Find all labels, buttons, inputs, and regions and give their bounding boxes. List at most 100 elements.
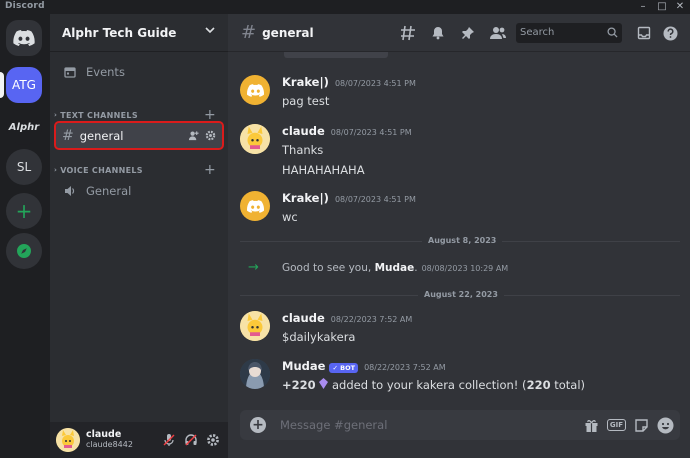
author-name[interactable]: Mudae — [282, 359, 325, 373]
timestamp: 08/22/2023 7:52 AM — [330, 315, 413, 324]
minimize-button[interactable]: – — [635, 0, 651, 14]
active-server-pill — [0, 72, 4, 98]
timestamp: 08/08/2023 10:29 AM — [421, 264, 509, 273]
server-alphr[interactable]: Alphr — [6, 109, 42, 145]
system-text: Good to see you, — [282, 262, 375, 274]
maximize-button[interactable]: □ — [654, 0, 670, 14]
chat-area: # general Search Krake|) 08/07/2023 4:51 … — [228, 14, 690, 458]
message-text: +220 added to your kakera collection! (2… — [282, 378, 672, 392]
search-placeholder: Search — [520, 27, 555, 38]
inbox-icon[interactable] — [634, 23, 654, 43]
search-icon — [607, 27, 618, 38]
deafen-headphones-icon[interactable] — [184, 433, 198, 447]
timestamp: 08/22/2023 7:52 AM — [364, 363, 446, 372]
text-channels-label: TEXT CHANNELS — [60, 110, 138, 120]
system-suffix: . — [414, 262, 418, 274]
voice-channel-general[interactable]: General — [58, 180, 220, 202]
help-icon[interactable] — [660, 23, 680, 43]
message-text: HAHAHAHAHA — [282, 163, 365, 177]
kakera-amount: +220 — [282, 378, 316, 392]
author-name[interactable]: Krake|) — [282, 191, 329, 205]
channel-hash-icon: # — [241, 22, 257, 43]
date-divider: August 8, 2023 — [240, 236, 680, 245]
message-input[interactable] — [280, 418, 550, 432]
channel-general-label: general — [79, 128, 124, 143]
user-tag: claude8442 — [86, 439, 133, 449]
timestamp: 08/07/2023 4:51 PM — [334, 195, 416, 204]
gear-icon[interactable] — [205, 130, 216, 141]
server-alphr-label: Alphr — [8, 121, 40, 133]
server-sl[interactable]: SL — [6, 149, 42, 185]
gift-icon[interactable] — [584, 418, 599, 433]
server-sl-label: SL — [16, 160, 32, 174]
author-avatar[interactable] — [240, 124, 270, 154]
author-avatar[interactable] — [240, 311, 270, 341]
discord-logo-icon — [246, 199, 264, 213]
bot-badge-label: BOT — [340, 364, 356, 372]
title-bar: Discord – □ ✕ — [0, 0, 690, 14]
invite-icon[interactable] — [188, 130, 199, 141]
chevron-right-icon: › — [54, 111, 58, 119]
message-text: pag test — [282, 94, 330, 108]
mute-microphone-icon[interactable] — [162, 433, 176, 447]
threads-icon[interactable] — [398, 23, 418, 43]
discord-logo-icon — [246, 83, 264, 97]
voice-channel-label: General — [86, 184, 132, 198]
author-name[interactable]: claude — [282, 311, 325, 325]
message-composer: + GIF — [240, 410, 680, 440]
message-text: wc — [282, 210, 298, 224]
voice-channels-label: VOICE CHANNELS — [60, 165, 143, 175]
emoji-icon[interactable] — [657, 417, 674, 434]
discord-logo-icon — [13, 30, 35, 46]
user-avatar[interactable] — [56, 428, 80, 452]
kakera-text-end: total) — [550, 378, 586, 392]
calendar-icon — [64, 66, 82, 78]
system-user[interactable]: Mudae — [375, 262, 415, 274]
author-avatar[interactable] — [240, 191, 270, 221]
server-atg[interactable]: ATG — [6, 67, 42, 103]
sticker-icon[interactable] — [634, 418, 649, 433]
bot-badge: ✓ BOT — [329, 363, 359, 373]
previous-message-stub — [284, 52, 388, 58]
member-list-icon[interactable] — [488, 23, 508, 43]
explore-servers-button[interactable] — [6, 233, 42, 269]
channel-general[interactable]: # general — [54, 121, 224, 150]
create-channel-icon[interactable]: + — [204, 108, 216, 122]
gif-button[interactable]: GIF — [606, 419, 626, 431]
text-channels-category[interactable]: › TEXT CHANNELS + — [54, 108, 220, 122]
author-avatar[interactable] — [240, 359, 270, 389]
guild-header[interactable]: Alphr Tech Guide — [50, 14, 228, 52]
events-item[interactable]: Events — [58, 61, 220, 83]
add-server-button[interactable]: + — [6, 193, 42, 229]
author-avatar[interactable] — [240, 75, 270, 105]
timestamp: 08/07/2023 4:51 PM — [334, 79, 416, 88]
author-name[interactable]: claude — [282, 124, 325, 138]
close-button[interactable]: ✕ — [672, 0, 688, 14]
voice-channels-category[interactable]: › VOICE CHANNELS + — [54, 163, 220, 177]
search-input[interactable]: Search — [516, 23, 622, 43]
events-label: Events — [86, 65, 125, 79]
date-divider-label: August 8, 2023 — [422, 236, 503, 245]
bell-icon[interactable] — [428, 23, 448, 43]
app-name: Discord — [5, 1, 45, 11]
chevron-right-icon: › — [54, 166, 58, 174]
author-name[interactable]: Krake|) — [282, 75, 329, 89]
kakera-icon — [319, 378, 329, 389]
join-arrow-icon: → — [248, 260, 259, 275]
message-text: $dailykakera — [282, 330, 356, 344]
create-voice-channel-icon[interactable]: + — [204, 163, 216, 177]
add-attachment-button[interactable]: + — [250, 417, 266, 433]
pin-icon[interactable] — [458, 23, 478, 43]
channel-sidebar: Alphr Tech Guide Events › TEXT CHANNELS … — [50, 14, 228, 458]
kakera-total: 220 — [526, 378, 551, 392]
hash-icon: # — [62, 127, 74, 144]
chevron-down-icon — [205, 27, 215, 34]
user-settings-gear-icon[interactable] — [206, 433, 220, 447]
kakera-text: added to your kakera collection! ( — [328, 378, 527, 392]
timestamp: 08/07/2023 4:51 PM — [330, 128, 412, 137]
channel-title: general — [262, 25, 314, 40]
speaker-icon — [64, 185, 82, 197]
server-atg-label: ATG — [12, 78, 36, 92]
home-button[interactable] — [6, 20, 42, 56]
date-divider-label: August 22, 2023 — [418, 290, 504, 299]
